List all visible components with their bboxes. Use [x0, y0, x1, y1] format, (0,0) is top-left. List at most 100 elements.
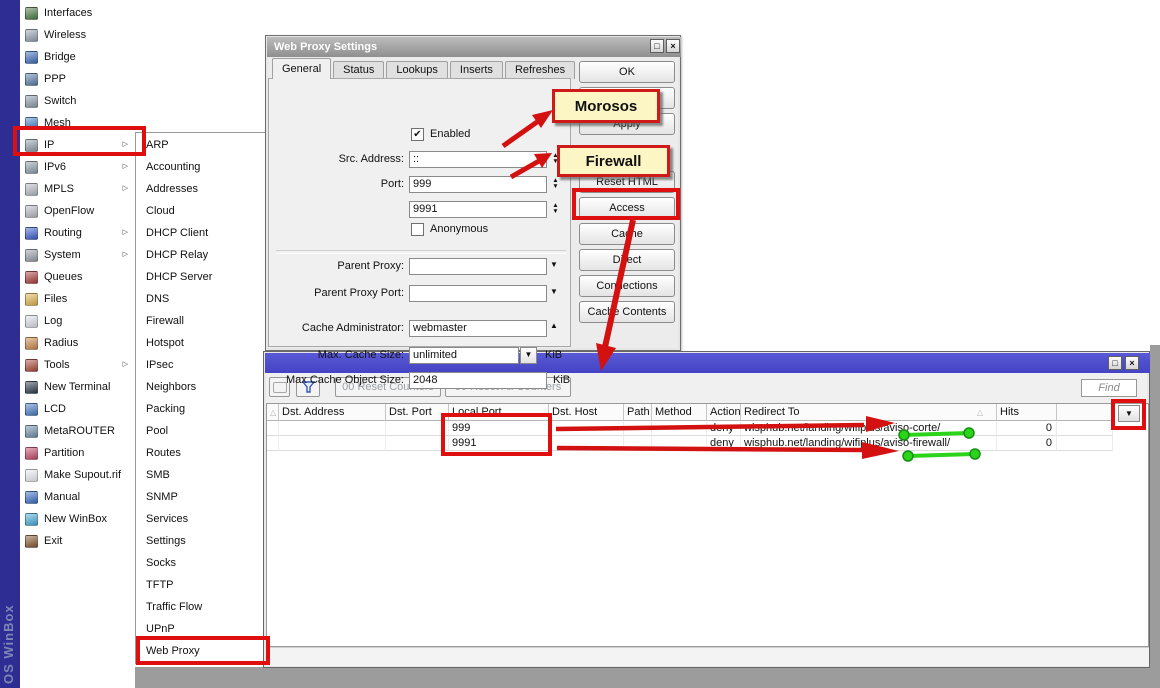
submenu-item-smb[interactable]: SMB [137, 465, 277, 488]
cell-path[interactable] [624, 421, 652, 436]
submenu-item-snmp[interactable]: SNMP [137, 487, 277, 510]
submenu-item-arp[interactable]: ARP [137, 135, 277, 158]
port-spinner[interactable]: ▲▼ [550, 178, 561, 189]
column-header-spacer[interactable] [1057, 404, 1113, 421]
submenu-item-socks[interactable]: Socks [137, 553, 277, 576]
submenu-item-pool[interactable]: Pool [137, 421, 277, 444]
cell-spacer[interactable] [1057, 421, 1113, 436]
submenu-item-services[interactable]: Services [137, 509, 277, 532]
cell-hits[interactable]: 0 [997, 421, 1057, 436]
max-cache-object-field[interactable]: 2048 [409, 372, 547, 389]
column-header-dst-host[interactable]: Dst. Host [549, 404, 624, 421]
max-cache-size-field[interactable]: unlimited [409, 347, 519, 364]
column-header-dst-address[interactable]: Dst. Address [279, 404, 386, 421]
sidebar-item-exit[interactable]: Exit [20, 530, 135, 552]
submenu-item-dhcp-relay[interactable]: DHCP Relay [137, 245, 277, 268]
sidebar-item-new-winbox[interactable]: New WinBox [20, 508, 135, 530]
cell-dst-port[interactable] [386, 436, 449, 451]
sidebar-item-ppp[interactable]: PPP [20, 68, 135, 90]
direct-button[interactable]: Direct [579, 249, 675, 271]
sidebar-item-wireless[interactable]: Wireless [20, 24, 135, 46]
src-address-field[interactable]: :: [409, 151, 547, 168]
sidebar-item-mpls[interactable]: MPLS▷ [20, 178, 135, 200]
cell-path[interactable] [624, 436, 652, 451]
cell-spacer[interactable] [267, 421, 279, 436]
cell-dst-host[interactable] [549, 421, 624, 436]
cell-method[interactable] [652, 421, 707, 436]
max-cache-size-dropdown-icon[interactable]: ▼ [520, 347, 537, 364]
sort-column-header[interactable]: △ [267, 404, 279, 421]
sidebar-item-radius[interactable]: Radius [20, 332, 135, 354]
enabled-checkbox[interactable]: ✔ [411, 128, 424, 141]
sidebar-item-metarouter[interactable]: MetaROUTER [20, 420, 135, 442]
cell-spacer[interactable] [267, 436, 279, 451]
find-input[interactable]: Find [1081, 379, 1137, 397]
tab-general[interactable]: General [272, 58, 331, 79]
sidebar-item-routing[interactable]: Routing▷ [20, 222, 135, 244]
parent-proxy-field[interactable] [409, 258, 547, 275]
sidebar-item-system[interactable]: System▷ [20, 244, 135, 266]
cache-button[interactable]: Cache [579, 223, 675, 245]
port2-spinner[interactable]: ▲▼ [550, 203, 561, 214]
parent-proxy-port-dropdown-icon[interactable]: ▼ [550, 287, 558, 296]
port2-field[interactable]: 9991 [409, 201, 547, 218]
cell-dst-address[interactable] [279, 421, 386, 436]
sidebar-item-new-terminal[interactable]: New Terminal [20, 376, 135, 398]
column-header-redirect-to[interactable]: Redirect To△ [741, 404, 997, 421]
sidebar-item-ipv6[interactable]: IPv6▷ [20, 156, 135, 178]
port-field[interactable]: 999 [409, 176, 547, 193]
parent-proxy-port-field[interactable] [409, 285, 547, 302]
sidebar-item-log[interactable]: Log [20, 310, 135, 332]
sidebar-item-interfaces[interactable]: Interfaces [20, 2, 135, 24]
submenu-item-traffic-flow[interactable]: Traffic Flow [137, 597, 277, 620]
cell-dst-port[interactable] [386, 421, 449, 436]
submenu-item-cloud[interactable]: Cloud [137, 201, 277, 224]
column-header-action[interactable]: Action [707, 404, 741, 421]
submenu-item-neighbors[interactable]: Neighbors [137, 377, 277, 400]
close-icon[interactable]: × [1125, 356, 1139, 370]
column-header-dst-port[interactable]: Dst. Port [386, 404, 449, 421]
sidebar-item-openflow[interactable]: OpenFlow [20, 200, 135, 222]
maximize-icon[interactable]: □ [650, 39, 664, 53]
anonymous-checkbox[interactable] [411, 223, 424, 236]
column-header-hits[interactable]: Hits [997, 404, 1057, 421]
submenu-item-firewall[interactable]: Firewall [137, 311, 277, 334]
cell-redirect-to[interactable]: wisphub.net/landing/wifiplus/aviso-firew… [741, 436, 997, 451]
tab-status[interactable]: Status [333, 61, 384, 79]
submenu-item-tftp[interactable]: TFTP [137, 575, 277, 598]
cell-hits[interactable]: 0 [997, 436, 1057, 451]
cell-action[interactable]: deny [707, 436, 741, 451]
sidebar-item-lcd[interactable]: LCD [20, 398, 135, 420]
sidebar-item-tools[interactable]: Tools▷ [20, 354, 135, 376]
sidebar-item-switch[interactable]: Switch [20, 90, 135, 112]
cache-admin-up-icon[interactable]: ▲ [550, 321, 558, 330]
submenu-item-settings[interactable]: Settings [137, 531, 277, 554]
submenu-item-accounting[interactable]: Accounting [137, 157, 277, 180]
cell-dst-address[interactable] [279, 436, 386, 451]
cell-redirect-to[interactable]: wisphub.net/landing/wifiplus/aviso-corte… [741, 421, 997, 436]
submenu-item-packing[interactable]: Packing [137, 399, 277, 422]
column-header-path[interactable]: Path [624, 404, 652, 421]
close-icon[interactable]: × [666, 39, 680, 53]
submenu-item-addresses[interactable]: Addresses [137, 179, 277, 202]
submenu-item-routes[interactable]: Routes [137, 443, 277, 466]
sidebar-item-make-supout-rif[interactable]: Make Supout.rif [20, 464, 135, 486]
sidebar-item-queues[interactable]: Queues [20, 266, 135, 288]
dialog-titlebar[interactable]: Web Proxy Settings [267, 37, 681, 57]
tab-lookups[interactable]: Lookups [386, 61, 448, 79]
sidebar-item-bridge[interactable]: Bridge [20, 46, 135, 68]
sidebar-item-manual[interactable]: Manual [20, 486, 135, 508]
column-header-method[interactable]: Method [652, 404, 707, 421]
submenu-item-hotspot[interactable]: Hotspot [137, 333, 277, 356]
parent-proxy-dropdown-icon[interactable]: ▼ [550, 260, 558, 269]
cache-contents-button[interactable]: Cache Contents [579, 301, 675, 323]
cell-dst-host[interactable] [549, 436, 624, 451]
cache-admin-field[interactable]: webmaster [409, 320, 547, 337]
ok-button[interactable]: OK [579, 61, 675, 83]
sidebar-item-partition[interactable]: Partition [20, 442, 135, 464]
submenu-item-dhcp-server[interactable]: DHCP Server [137, 267, 277, 290]
submenu-item-ipsec[interactable]: IPsec [137, 355, 277, 378]
submenu-item-dns[interactable]: DNS [137, 289, 277, 312]
connections-button[interactable]: Connections [579, 275, 675, 297]
maximize-icon[interactable]: □ [1108, 356, 1122, 370]
